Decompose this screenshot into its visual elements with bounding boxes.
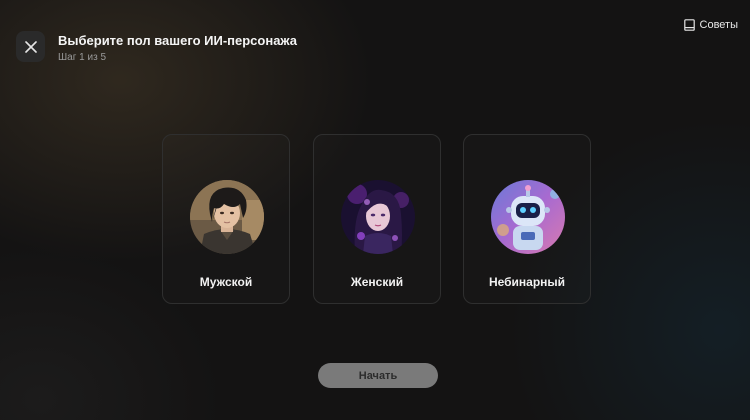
page-title: Выберите пол вашего ИИ-персонажа: [58, 33, 298, 48]
nonbinary-label: Небинарный: [488, 275, 566, 289]
start-button[interactable]: Начать: [318, 363, 438, 388]
close-button[interactable]: [16, 31, 45, 62]
tips-button[interactable]: Советы: [683, 19, 738, 31]
nonbinary-avatar: [491, 180, 565, 254]
step-indicator: Шаг 1 из 5: [58, 52, 107, 63]
male-avatar: [190, 180, 264, 254]
book-icon: [683, 19, 695, 31]
male-label: Мужской: [199, 275, 253, 289]
close-icon: [24, 40, 37, 53]
gender-card-male[interactable]: Мужской: [162, 134, 290, 304]
female-avatar: [341, 180, 415, 254]
tips-label: Советы: [699, 19, 738, 31]
gender-card-nonbinary[interactable]: Небинарный: [463, 134, 591, 304]
female-label: Женский: [350, 275, 404, 289]
gender-card-female[interactable]: Женский: [313, 134, 441, 304]
